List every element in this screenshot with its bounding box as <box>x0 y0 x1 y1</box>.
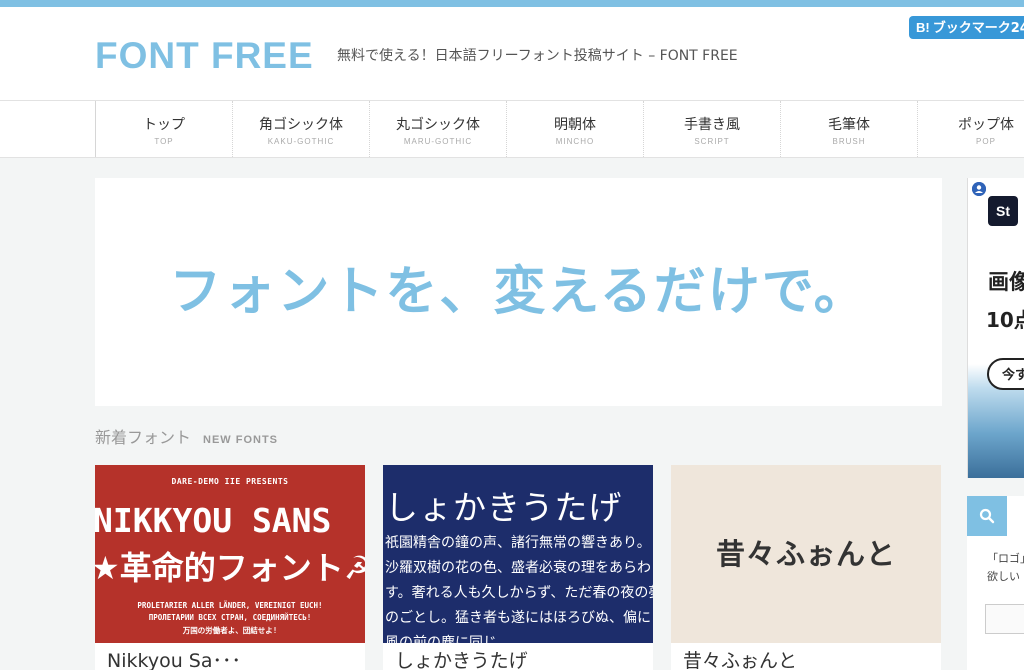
thumb-heading: しょかきうたげ <box>385 488 623 527</box>
nav-item-mincho[interactable]: 明朝体 MINCHO <box>506 101 643 157</box>
thumb-sample: 昔々ふぉんと <box>715 537 896 571</box>
thumb-small2: ПРОЛЕТАРИИ ВСЕХ СТРАН, СОЕДИНЯЙТЕСЬ! <box>148 613 312 622</box>
font-card-thumbnail[interactable]: しょかきうたげ 祇園精舎の鐘の声、諸行無常の響きあり。 沙羅双樹の花の色、盛者必… <box>383 465 653 643</box>
nav-sublabel: MARU-GOTHIC <box>403 137 473 146</box>
search-button[interactable] <box>967 496 1007 536</box>
thumb-line1: NIKKYOU SANS <box>95 501 332 540</box>
search-text-line: 「ロゴ」 <box>987 552 1024 565</box>
nav-label: 丸ゴシック体 <box>396 117 480 133</box>
font-card-thumbnail[interactable]: DARE-DEMO IIE PRESENTS NIKKYOU SANS ★革命的… <box>95 465 365 643</box>
section-title-en: NEW FONTS <box>203 434 279 446</box>
font-card-shokaki-utage[interactable]: しょかきうたげ 祇園精舎の鐘の声、諸行無常の響きあり。 沙羅双樹の花の色、盛者必… <box>383 465 653 670</box>
ad-headline: 画像 <box>988 270 1024 294</box>
font-card-thumbnail[interactable]: 昔々ふぉんと <box>671 465 941 643</box>
hero-banner[interactable]: フォントを、変えるだけで。 <box>95 178 942 406</box>
nav-sublabel: MINCHO <box>555 137 595 146</box>
nav-item-pop[interactable]: ポップ体 POP <box>917 101 1024 157</box>
nav-label: 明朝体 <box>554 117 596 133</box>
nav-sublabel: SCRIPT <box>694 137 730 146</box>
thumb-body-line: 沙羅双樹の花の色、盛者必衰の理をあらわ <box>385 560 651 576</box>
thumb-presents: DARE-DEMO IIE PRESENTS <box>171 477 289 486</box>
hatena-bookmark-button[interactable]: B!ブックマーク24 <box>909 16 1024 39</box>
nav-label: 毛筆体 <box>828 117 870 133</box>
nav-item-maru-gothic[interactable]: 丸ゴシック体 MARU-GOTHIC <box>369 101 506 157</box>
bookmark-label: ブックマーク <box>932 21 1011 36</box>
ad-choices-icon[interactable] <box>972 182 986 196</box>
hatena-b-icon: B! <box>916 20 930 35</box>
font-card-mukashi-font[interactable]: 昔々ふぉんと 昔々ふぉんと <box>671 465 941 670</box>
search-icon <box>979 508 995 524</box>
site-logo[interactable]: FONT FREE <box>95 36 314 76</box>
hero-text: フォントを、変えるだけで。 <box>169 262 868 322</box>
sidebar-ad[interactable]: St 画像 10点 今す <box>967 178 1024 478</box>
ad-logo: St <box>988 196 1018 226</box>
nav-item-top[interactable]: トップ TOP <box>95 101 232 157</box>
thumb-line2: ★革命的フォント☭ <box>95 549 365 587</box>
nav-sublabel: POP <box>976 137 996 146</box>
ad-cta-button[interactable]: 今す <box>987 358 1024 390</box>
font-card-title[interactable]: Nikkyou Sa･･･ <box>107 649 241 670</box>
thumb-body: 祇園精舎の鐘の声、諸行無常の響きあり。 沙羅双樹の花の色、盛者必衰の理をあらわ … <box>385 531 653 643</box>
nav-label: トップ <box>143 117 185 133</box>
thumb-body-line: す。奢れる人も久しからず、ただ春の夜の夢 <box>385 585 653 601</box>
category-nav: トップ TOP 角ゴシック体 KAKU-GOTHIC 丸ゴシック体 MARU-G… <box>0 100 1024 158</box>
bookmark-count: 24 <box>1010 21 1024 36</box>
nav-label: 手書き風 <box>684 117 740 133</box>
section-title-jp: 新着フォント <box>95 428 192 447</box>
nav-item-kaku-gothic[interactable]: 角ゴシック体 KAKU-GOTHIC <box>232 101 369 157</box>
font-card-title[interactable]: 昔々ふぉんと <box>683 649 797 670</box>
nav-sublabel: TOP <box>154 137 174 146</box>
nav-sublabel: KAKU-GOTHIC <box>267 137 335 146</box>
font-card-nikkyou-sans[interactable]: DARE-DEMO IIE PRESENTS NIKKYOU SANS ★革命的… <box>95 465 365 670</box>
thumb-small3: 万国の労働者よ、団結せよ! <box>182 626 278 635</box>
nav-label: ポップ体 <box>958 117 1014 133</box>
ad-subline: 10点 <box>986 308 1024 332</box>
search-widget-text: 「ロゴ」 欲しい <box>987 550 1024 586</box>
site-tagline: 無料で使える！日本語フリーフォント投稿サイト – FONT FREE <box>337 48 738 64</box>
nav-item-script[interactable]: 手書き風 SCRIPT <box>643 101 780 157</box>
nav-item-brush[interactable]: 毛筆体 BRUSH <box>780 101 917 157</box>
thumb-body-line: のごとし。猛き者も遂にはほろびぬ、偏に <box>385 610 651 626</box>
new-fonts-heading: 新着フォント NEW FONTS <box>95 428 278 450</box>
thumb-small1: PROLETARIER ALLER LÄNDER, VEREINIGT EUCH… <box>137 601 323 610</box>
font-card-title[interactable]: しょかきうたげ <box>395 649 528 670</box>
thumb-body-line: 風の前の塵に同じ。 <box>385 635 511 643</box>
nav-label: 角ゴシック体 <box>259 117 343 133</box>
search-widget: 「ロゴ」 欲しい <box>967 496 1024 670</box>
search-input[interactable] <box>985 604 1024 634</box>
thumb-body-line: 祇園精舎の鐘の声、諸行無常の響きあり。 <box>385 535 651 551</box>
nav-sublabel: BRUSH <box>832 137 866 146</box>
site-header: FONT FREE 無料で使える！日本語フリーフォント投稿サイト – FONT … <box>0 7 1024 100</box>
top-accent-bar <box>0 0 1024 7</box>
search-text-line: 欲しい <box>987 570 1020 583</box>
